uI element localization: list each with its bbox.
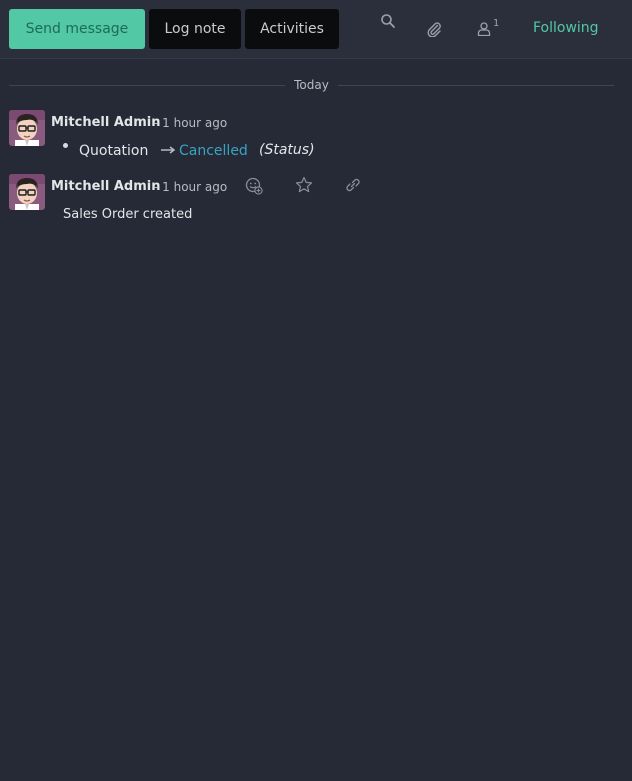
log-note-button[interactable]: Log note — [149, 9, 241, 49]
date-separator: Today — [294, 78, 329, 92]
tracking-field-name: (Status) — [259, 142, 315, 158]
user-icon[interactable] — [477, 22, 491, 36]
search-icon[interactable] — [380, 13, 396, 29]
avatar[interactable] — [9, 174, 45, 210]
message-author[interactable]: Mitchell Admin — [51, 179, 160, 194]
activities-button[interactable]: Activities — [245, 9, 339, 49]
message-author[interactable]: Mitchell Admin — [51, 115, 160, 130]
date-divider-left — [9, 85, 285, 86]
add-reaction-icon[interactable] — [245, 177, 263, 195]
send-message-button[interactable]: Send message — [9, 9, 145, 49]
tracking-old-value: Quotation — [79, 143, 149, 159]
following-button[interactable]: Following — [533, 20, 599, 36]
arrow-right-icon — [161, 146, 176, 154]
avatar[interactable] — [9, 110, 45, 146]
list-bullet — [63, 143, 68, 148]
tracking-new-value: Cancelled — [179, 143, 248, 159]
message-time: - 1 hour ago — [154, 116, 228, 130]
follower-count: 1 — [493, 18, 500, 29]
link-icon[interactable] — [344, 176, 362, 194]
paperclip-icon[interactable] — [426, 21, 442, 37]
message-time: - 1 hour ago — [154, 180, 228, 194]
message-body: Sales Order created — [63, 207, 193, 222]
date-divider-right — [338, 85, 614, 86]
chatter-topbar: Send message Log note Activities 1 Follo… — [0, 0, 632, 59]
star-icon[interactable] — [295, 176, 313, 194]
